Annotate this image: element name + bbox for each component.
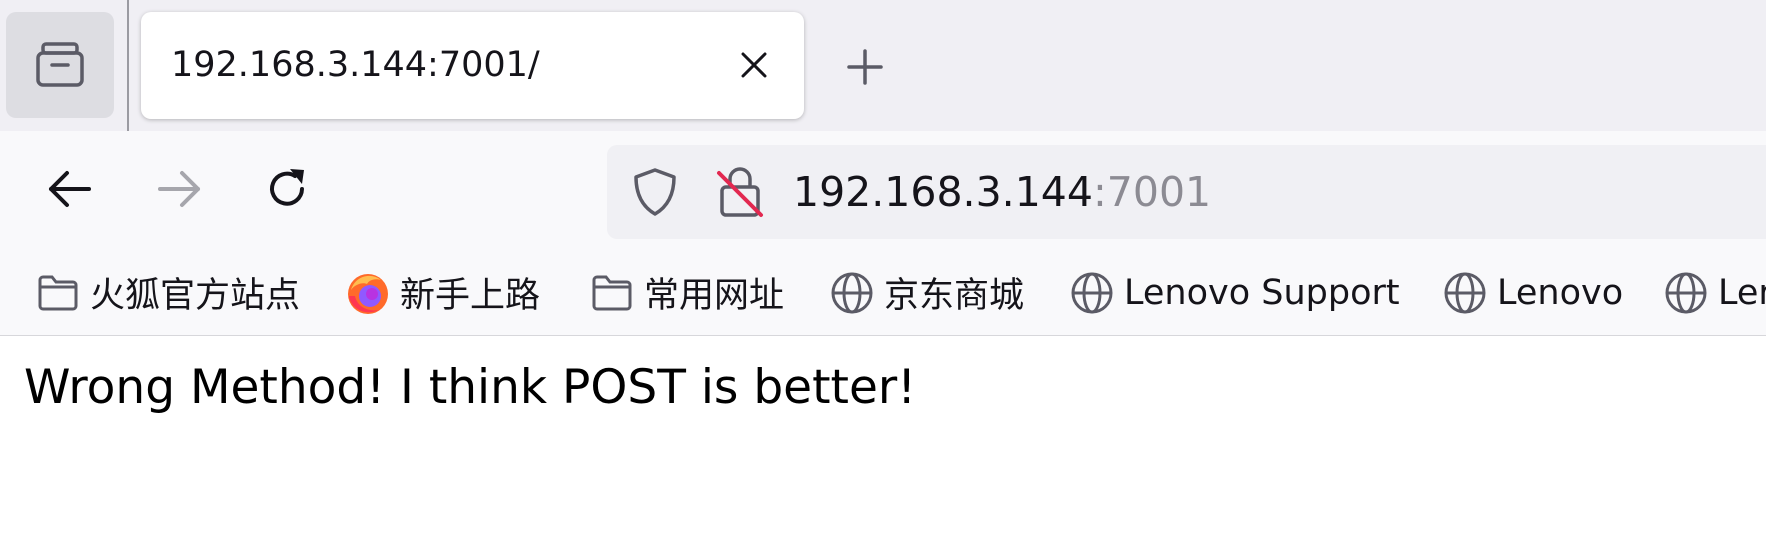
- bookmark-label: Lenovo: [1497, 272, 1624, 313]
- bookmark-label: Lenovo Support: [1124, 272, 1400, 313]
- forward-button[interactable]: [155, 165, 203, 213]
- folder-icon: [34, 269, 82, 317]
- tab-strip-divider: [127, 0, 129, 131]
- url-text[interactable]: 192.168.3.144:7001: [793, 145, 1211, 239]
- navigation-toolbar: 192.168.3.144:7001: [0, 131, 1766, 249]
- archive-box-icon: [36, 42, 84, 87]
- url-bar[interactable]: 192.168.3.144:7001: [607, 145, 1766, 239]
- arrow-left-icon: [49, 171, 91, 207]
- bookmark-getting-started[interactable]: 新手上路: [344, 249, 541, 335]
- close-icon: [741, 52, 767, 78]
- page-content: Wrong Method! I think POST is better!: [0, 336, 1766, 551]
- reload-button[interactable]: [263, 165, 311, 213]
- bookmark-lenovo[interactable]: Lenovo: [1441, 249, 1624, 335]
- bookmark-lenovo-truncated[interactable]: Ler: [1662, 249, 1766, 335]
- page-message: Wrong Method! I think POST is better!: [24, 360, 917, 415]
- folder-icon: [588, 269, 636, 317]
- bookmark-label: Ler: [1718, 272, 1766, 313]
- firefox-icon: [344, 269, 392, 317]
- new-tab-button[interactable]: [845, 47, 885, 87]
- active-tab[interactable]: 192.168.3.144:7001/: [141, 12, 804, 119]
- bookmark-label: 常用网址: [644, 276, 785, 316]
- tab-close-button[interactable]: [734, 45, 774, 85]
- url-port: :7001: [1092, 168, 1212, 216]
- globe-icon: [1441, 269, 1489, 317]
- bookmark-lenovo-support[interactable]: Lenovo Support: [1068, 249, 1400, 335]
- tab-strip: 192.168.3.144:7001/: [0, 0, 1766, 131]
- bookmark-label: 京东商城: [884, 276, 1025, 316]
- bookmark-folder-common-sites[interactable]: 常用网址: [588, 249, 785, 335]
- bookmark-label: 新手上路: [400, 276, 541, 316]
- bookmark-folder-firefox-official[interactable]: 火狐官方站点: [34, 249, 301, 335]
- globe-icon: [1662, 269, 1710, 317]
- back-button[interactable]: [46, 165, 94, 213]
- bookmark-label: 火狐官方站点: [90, 276, 301, 316]
- insecure-lock-icon[interactable]: [715, 165, 765, 219]
- tracking-protection-shield-icon[interactable]: [631, 167, 679, 217]
- globe-icon: [1068, 269, 1116, 317]
- url-host: 192.168.3.144: [793, 168, 1093, 216]
- tab-title: 192.168.3.144:7001/: [171, 45, 540, 85]
- reload-icon: [270, 169, 304, 206]
- bookmarks-toolbar: 火狐官方站点 新手上路 常用网址 京东商城 Lenovo Support Len…: [0, 249, 1766, 336]
- tab-manager-button[interactable]: [6, 12, 114, 118]
- globe-icon: [828, 269, 876, 317]
- bookmark-jd-mall[interactable]: 京东商城: [828, 249, 1025, 335]
- arrow-right-icon: [158, 171, 200, 207]
- plus-icon: [847, 49, 883, 85]
